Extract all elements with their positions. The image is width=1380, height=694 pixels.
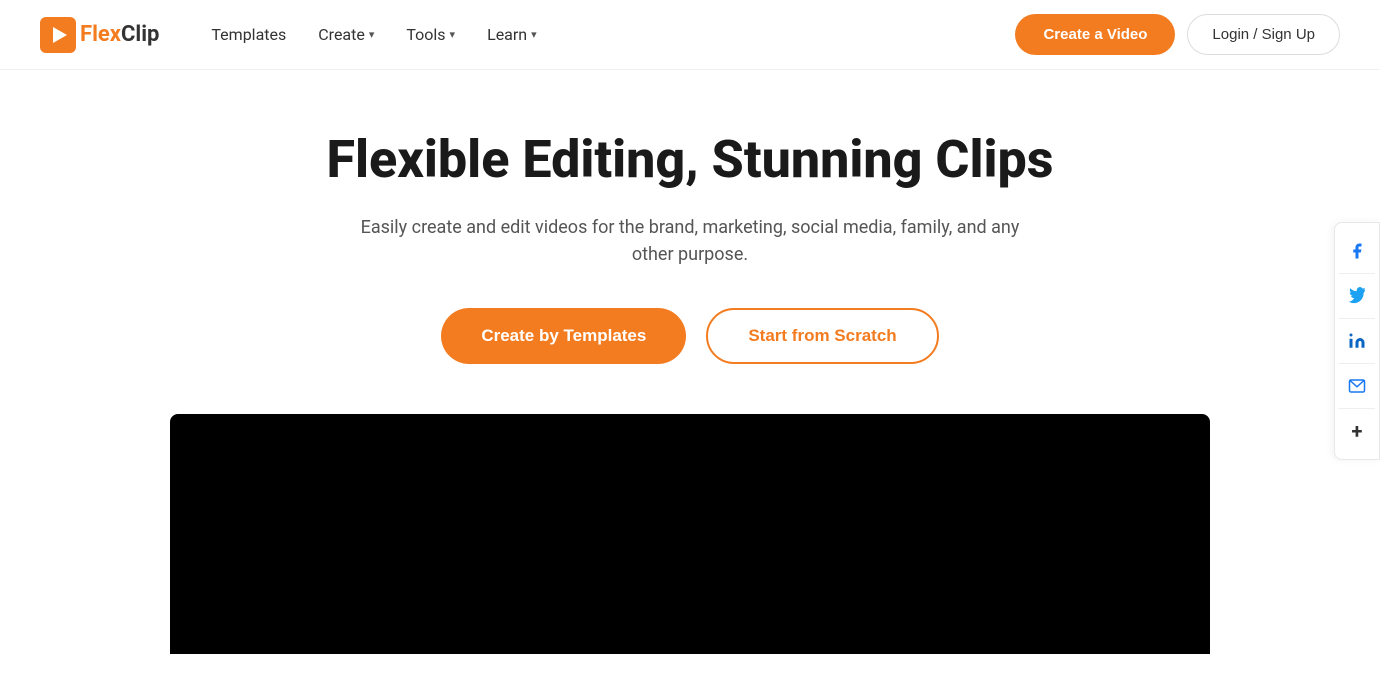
learn-chevron-icon: ▾ (531, 28, 537, 41)
linkedin-share-button[interactable] (1335, 319, 1379, 363)
create-by-templates-button[interactable]: Create by Templates (441, 308, 686, 364)
navbar: FlexClip Templates Create ▾ Tools ▾ Lear… (0, 0, 1380, 70)
email-share-button[interactable] (1335, 364, 1379, 408)
nav-learn[interactable]: Learn ▾ (475, 17, 549, 52)
start-from-scratch-button[interactable]: Start from Scratch (706, 308, 938, 364)
email-icon (1348, 377, 1366, 395)
nav-tools[interactable]: Tools ▾ (394, 17, 467, 52)
create-chevron-icon: ▾ (369, 28, 375, 41)
hero-video[interactable] (170, 414, 1210, 654)
create-video-button[interactable]: Create a Video (1015, 14, 1175, 55)
facebook-icon (1348, 242, 1366, 260)
twitter-icon (1348, 287, 1366, 305)
social-sidebar: + (1334, 222, 1380, 460)
linkedin-icon (1348, 332, 1366, 350)
twitter-share-button[interactable] (1335, 274, 1379, 318)
logo-text: FlexClip (80, 22, 159, 47)
nav-links: Templates Create ▾ Tools ▾ Learn ▾ (199, 17, 1015, 52)
more-share-button[interactable]: + (1335, 409, 1379, 453)
tools-chevron-icon: ▾ (450, 28, 456, 41)
flexclip-logo-icon (40, 17, 76, 53)
nav-create[interactable]: Create ▾ (306, 17, 386, 52)
hero-buttons: Create by Templates Start from Scratch (441, 308, 938, 364)
nav-actions: Create a Video Login / Sign Up (1015, 14, 1340, 55)
nav-templates[interactable]: Templates (199, 17, 298, 52)
login-signup-button[interactable]: Login / Sign Up (1187, 14, 1340, 55)
logo[interactable]: FlexClip (40, 17, 159, 53)
hero-section: Flexible Editing, Stunning Clips Easily … (0, 70, 1380, 694)
hero-subtitle: Easily create and edit videos for the br… (340, 214, 1040, 268)
facebook-share-button[interactable] (1335, 229, 1379, 273)
hero-title: Flexible Editing, Stunning Clips (326, 130, 1053, 190)
